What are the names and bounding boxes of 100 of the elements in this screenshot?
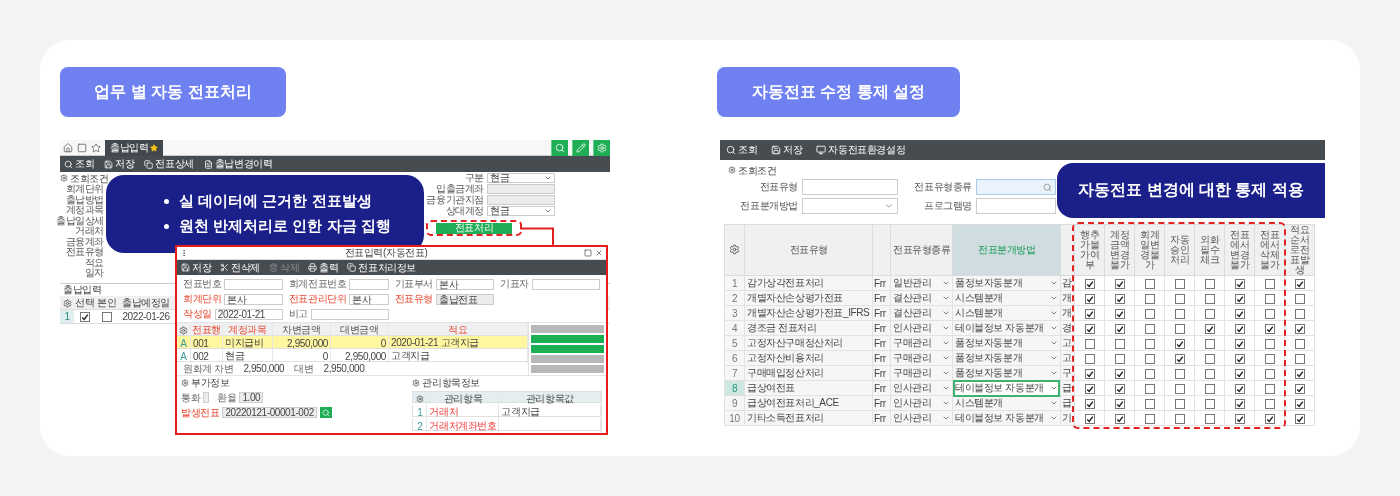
checkbox[interactable]	[1234, 413, 1245, 424]
toolbar-button[interactable]: 저장	[771, 143, 803, 157]
checkbox[interactable]	[1264, 323, 1275, 334]
checkbox[interactable]	[1294, 398, 1305, 409]
checkbox[interactable]	[1114, 308, 1125, 319]
checkbox[interactable]	[1144, 413, 1155, 424]
checkbox[interactable]	[1264, 278, 1275, 289]
checkbox[interactable]	[1264, 293, 1275, 304]
input-field[interactable]	[224, 278, 283, 290]
checkbox[interactable]	[1174, 278, 1185, 289]
settings-icon[interactable]	[729, 243, 740, 255]
checkbox[interactable]	[1204, 413, 1215, 424]
checkbox[interactable]	[1084, 293, 1095, 304]
checkbox[interactable]	[1114, 293, 1125, 304]
checkbox[interactable]	[1294, 413, 1305, 424]
checkbox[interactable]	[1264, 353, 1275, 364]
checkbox[interactable]	[80, 311, 90, 322]
checkbox[interactable]	[1204, 338, 1215, 349]
column-header[interactable]: 외화필수체크	[1194, 224, 1225, 276]
checkbox[interactable]	[1234, 398, 1245, 409]
checkbox[interactable]	[1204, 398, 1215, 409]
settings-icon[interactable]	[179, 325, 188, 335]
checkbox[interactable]	[102, 311, 112, 322]
checkbox[interactable]	[1174, 413, 1185, 424]
input-field[interactable]: 1.00	[239, 392, 264, 403]
checkbox[interactable]	[1084, 368, 1095, 379]
checkbox[interactable]	[1234, 293, 1245, 304]
checkbox[interactable]	[1234, 353, 1245, 364]
dropdown[interactable]: 현금	[487, 172, 555, 183]
checkbox[interactable]	[1114, 278, 1125, 289]
input-field[interactable]	[487, 183, 555, 194]
toolbar-button[interactable]: 전표처리정보	[347, 260, 417, 275]
toolbar-button[interactable]: 조회	[726, 143, 758, 157]
checkbox[interactable]	[1144, 308, 1155, 319]
checkbox[interactable]	[1144, 383, 1155, 394]
checkbox[interactable]	[1234, 338, 1245, 349]
checkbox[interactable]	[1204, 368, 1215, 379]
search-button[interactable]	[551, 139, 568, 156]
checkbox[interactable]	[1234, 308, 1245, 319]
checkbox[interactable]	[1084, 413, 1095, 424]
column-header[interactable]: 적요순서로전표발생	[1284, 224, 1315, 276]
checkbox[interactable]	[1204, 353, 1215, 364]
checkbox[interactable]	[1294, 293, 1305, 304]
checkbox[interactable]	[1114, 323, 1125, 334]
column-header[interactable]: 회계일변경불가	[1134, 224, 1165, 276]
checkbox[interactable]	[1234, 368, 1245, 379]
checkbox[interactable]	[1174, 353, 1185, 364]
checkbox[interactable]	[1144, 353, 1155, 364]
input-field[interactable]: 출납전표	[435, 293, 495, 305]
table-row[interactable]: A 002 현금 0 2,950,000 고객지급	[177, 349, 528, 362]
checkbox[interactable]	[1084, 278, 1095, 289]
checkbox[interactable]	[1264, 398, 1275, 409]
checkbox[interactable]	[1174, 323, 1185, 334]
input-field[interactable]	[203, 392, 210, 403]
input-field[interactable]	[487, 194, 555, 205]
toolbar-button[interactable]: 출력	[308, 260, 339, 275]
drag-handle-icon[interactable]	[180, 249, 188, 257]
checkbox[interactable]	[1294, 338, 1305, 349]
window-icon[interactable]	[77, 142, 87, 153]
checkbox[interactable]	[1294, 278, 1305, 289]
checkbox[interactable]	[1204, 293, 1215, 304]
table-row[interactable]: A 001 미지급비 2,950,000 0 2020-01-21 고객지급	[177, 336, 528, 349]
toolbar-button[interactable]: 전삭제	[220, 260, 260, 275]
column-header[interactable]: 전표에서변경불가	[1224, 224, 1255, 276]
column-header[interactable]: 계정금액변경불가	[1104, 224, 1135, 276]
checkbox[interactable]	[1234, 323, 1245, 334]
toolbar-button[interactable]: 출납변경이력	[203, 157, 273, 171]
checkbox[interactable]	[1264, 338, 1275, 349]
checkbox[interactable]	[1144, 278, 1155, 289]
checkbox[interactable]	[1264, 308, 1275, 319]
input-field[interactable]	[976, 198, 1056, 214]
checkbox[interactable]	[1084, 338, 1095, 349]
checkbox[interactable]	[1114, 338, 1125, 349]
toolbar-button[interactable]: 전표상세	[144, 157, 194, 171]
column-header[interactable]: 전표에서삭제불가	[1254, 224, 1285, 276]
checkbox[interactable]	[1174, 308, 1185, 319]
toolbar-button[interactable]: 저장	[181, 260, 212, 275]
maximize-icon[interactable]	[584, 249, 592, 257]
search-field[interactable]	[976, 179, 1056, 195]
checkbox[interactable]	[1084, 383, 1095, 394]
settings-button[interactable]	[593, 139, 610, 156]
input-field[interactable]	[310, 308, 389, 320]
checkbox[interactable]	[1294, 308, 1305, 319]
checkbox[interactable]	[1204, 308, 1215, 319]
input-field[interactable]	[349, 278, 389, 290]
close-icon[interactable]	[595, 249, 603, 257]
input-field[interactable]: 본사	[349, 293, 389, 305]
input-field[interactable]: 본사	[224, 293, 283, 305]
checkbox[interactable]	[1294, 383, 1305, 394]
input-field[interactable]	[802, 179, 898, 195]
checkbox[interactable]	[1264, 383, 1275, 394]
checkbox[interactable]	[1114, 383, 1125, 394]
input-field[interactable]: 20220121-00001-002	[222, 407, 317, 418]
checkbox[interactable]	[1114, 413, 1125, 424]
toolbar-button[interactable]: 조회	[64, 157, 95, 171]
settings-icon[interactable]	[62, 298, 72, 308]
checkbox[interactable]	[1204, 278, 1215, 289]
checkbox[interactable]	[1084, 323, 1095, 334]
checkbox[interactable]	[1114, 368, 1125, 379]
checkbox[interactable]	[1144, 338, 1155, 349]
